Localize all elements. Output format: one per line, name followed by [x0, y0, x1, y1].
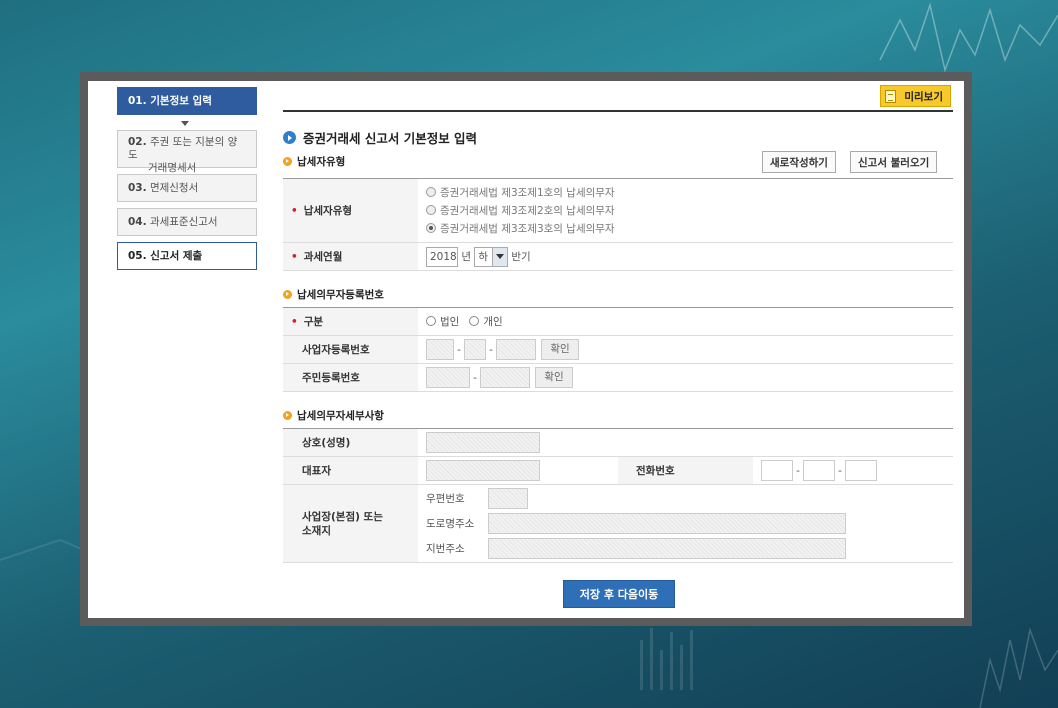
lot-address-input[interactable] — [488, 538, 846, 559]
page-title: 증권거래세 신고서 기본정보 입력 — [283, 128, 477, 147]
step-label: 과세표준신고서 — [149, 216, 218, 228]
step-label: 면제신청서 — [149, 182, 199, 194]
radio-checked-icon — [426, 222, 436, 233]
arrow-bullet-icon — [283, 157, 292, 166]
header-divider — [283, 110, 953, 112]
address-label: 사업장(본점) 또는 소재지 — [283, 484, 418, 563]
step-4-tax-base-report[interactable]: 04. 과세표준신고서 — [117, 208, 257, 236]
step-1-basic-info[interactable]: 01. 기본정보 입력 — [117, 87, 257, 115]
section-title-taxpayer-details: 납세의무자세부사항 — [283, 408, 384, 423]
taxpayer-type-option-2[interactable]: 증권거래세법 제3조제2호의 납세의무자 — [426, 202, 953, 220]
individual-radio[interactable]: 개인 — [469, 316, 503, 328]
arrow-bullet-icon — [283, 131, 296, 144]
step-label-line2: 거래명세서 — [148, 162, 197, 174]
phone-part1-input[interactable] — [761, 460, 793, 481]
step-number: 02. — [128, 136, 147, 148]
required-mark-icon: • — [291, 205, 298, 217]
half-year-unit: 반기 — [511, 250, 531, 263]
business-number-value: -- 확인 — [418, 335, 953, 364]
preview-button[interactable]: 미리보기 — [880, 85, 951, 107]
step-number: 05. — [128, 250, 147, 262]
phone-part2-input[interactable] — [803, 460, 835, 481]
section-title-registration-number: 납세의무자등록번호 — [283, 287, 384, 302]
chevron-down-icon — [492, 247, 508, 266]
form-panel: 01. 기본정보 입력 02. 주권 또는 지분의 양도 거래명세서 03. 면… — [88, 81, 964, 618]
business-number-confirm-button[interactable]: 확인 — [541, 339, 579, 360]
road-address-label: 도로명주소 — [426, 518, 475, 530]
category-options: 법인 개인 — [418, 307, 953, 336]
lot-address-label: 지번주소 — [426, 543, 465, 555]
arrow-bullet-icon — [283, 411, 292, 420]
half-year-value: 하 — [478, 250, 489, 263]
taxpayer-details-table: 상호(성명) 대표자 전화번호 -- 사업장(본점) 또는 소재지 우편번호 도… — [283, 428, 953, 563]
tax-year-input[interactable]: 2018 — [426, 246, 458, 267]
year-unit: 년 — [461, 250, 472, 263]
road-address-input[interactable] — [488, 513, 846, 534]
document-icon — [885, 89, 897, 103]
zip-input[interactable] — [488, 488, 528, 509]
phone-part3-input[interactable] — [845, 460, 877, 481]
radio-icon — [469, 316, 480, 326]
corporation-radio[interactable]: 법인 — [426, 316, 459, 328]
phone-value: -- — [753, 456, 953, 485]
representative-label: 대표자 — [283, 456, 418, 485]
step-number: 04. — [128, 216, 147, 228]
company-name-value — [418, 428, 953, 457]
resident-number-label: 주민등록번호 — [283, 363, 418, 392]
taxpayer-type-label: • 납세자유형 — [283, 178, 418, 243]
tax-period-label: • 과세연월 — [283, 242, 418, 271]
resident-number-value: - 확인 — [418, 363, 953, 392]
company-name-label: 상호(성명) — [283, 428, 418, 457]
step-label: 기본정보 입력 — [150, 95, 212, 107]
save-next-button[interactable]: 저장 후 다음이동 — [563, 580, 675, 608]
representative-value — [418, 456, 618, 485]
address-value: 우편번호 도로명주소 지번주소 — [418, 484, 953, 563]
step-number: 03. — [128, 182, 147, 194]
required-mark-icon: • — [291, 316, 298, 328]
section-title-text: 납세자유형 — [297, 156, 346, 168]
step-5-submit-report[interactable]: 05. 신고서 제출 — [117, 242, 257, 270]
new-report-button[interactable]: 새로작성하기 — [762, 151, 836, 173]
phone-label: 전화번호 — [618, 456, 753, 485]
radio-icon — [426, 204, 436, 215]
step-number: 01. — [128, 95, 147, 107]
resident-number-confirm-button[interactable]: 확인 — [535, 367, 573, 388]
business-number-part2-input[interactable] — [464, 339, 486, 360]
taxpayer-type-option-3[interactable]: 증권거래세법 제3조제3호의 납세의무자 — [426, 220, 953, 238]
section-title-taxpayer-type: 납세자유형 — [283, 154, 345, 169]
resident-number-part1-input[interactable] — [426, 367, 470, 388]
road-address-row: 도로명주소 — [426, 511, 953, 537]
company-name-input[interactable] — [426, 432, 540, 453]
radio-icon — [426, 316, 436, 326]
lot-address-row: 지번주소 — [426, 537, 953, 561]
step-2-transfer-statement[interactable]: 02. 주권 또는 지분의 양도 거래명세서 — [117, 130, 257, 174]
resident-number-part2-input[interactable] — [480, 367, 530, 388]
page-title-text: 증권거래세 신고서 기본정보 입력 — [303, 131, 478, 146]
radio-icon — [426, 186, 436, 197]
section-title-text: 납세의무자등록번호 — [297, 289, 384, 301]
registration-table: • 구분 법인 개인 사업자등록번호 -- 확인 주민등록번호 - 확인 — [283, 307, 953, 392]
business-number-part1-input[interactable] — [426, 339, 454, 360]
required-mark-icon: • — [291, 251, 298, 263]
business-number-part3-input[interactable] — [496, 339, 536, 360]
preview-label: 미리보기 — [904, 90, 943, 103]
category-label: • 구분 — [283, 307, 418, 336]
half-year-select[interactable]: 하 — [474, 246, 509, 267]
step-sidebar: 01. 기본정보 입력 02. 주권 또는 지분의 양도 거래명세서 03. 면… — [117, 87, 257, 276]
representative-input[interactable] — [426, 460, 540, 481]
taxpayer-type-table: • 납세자유형 증권거래세법 제3조제1호의 납세의무자 증권거래세법 제3조제2… — [283, 178, 953, 271]
zip-label: 우편번호 — [426, 493, 465, 505]
taxpayer-type-option-1[interactable]: 증권거래세법 제3조제1호의 납세의무자 — [426, 184, 953, 202]
section-title-text: 납세의무자세부사항 — [297, 410, 384, 422]
dialog-window: 01. 기본정보 입력 02. 주권 또는 지분의 양도 거래명세서 03. 면… — [80, 72, 972, 626]
zip-row: 우편번호 — [426, 487, 953, 511]
chevron-down-icon — [181, 121, 189, 126]
tax-period-value: 2018 년 하 반기 — [418, 242, 953, 271]
arrow-bullet-icon — [283, 290, 292, 299]
step-label: 신고서 제출 — [150, 250, 203, 262]
taxpayer-type-options: 증권거래세법 제3조제1호의 납세의무자 증권거래세법 제3조제2호의 납세의무… — [418, 178, 953, 243]
business-number-label: 사업자등록번호 — [283, 335, 418, 364]
step-3-exemption-request[interactable]: 03. 면제신청서 — [117, 174, 257, 202]
load-report-button[interactable]: 신고서 불러오기 — [850, 151, 938, 173]
